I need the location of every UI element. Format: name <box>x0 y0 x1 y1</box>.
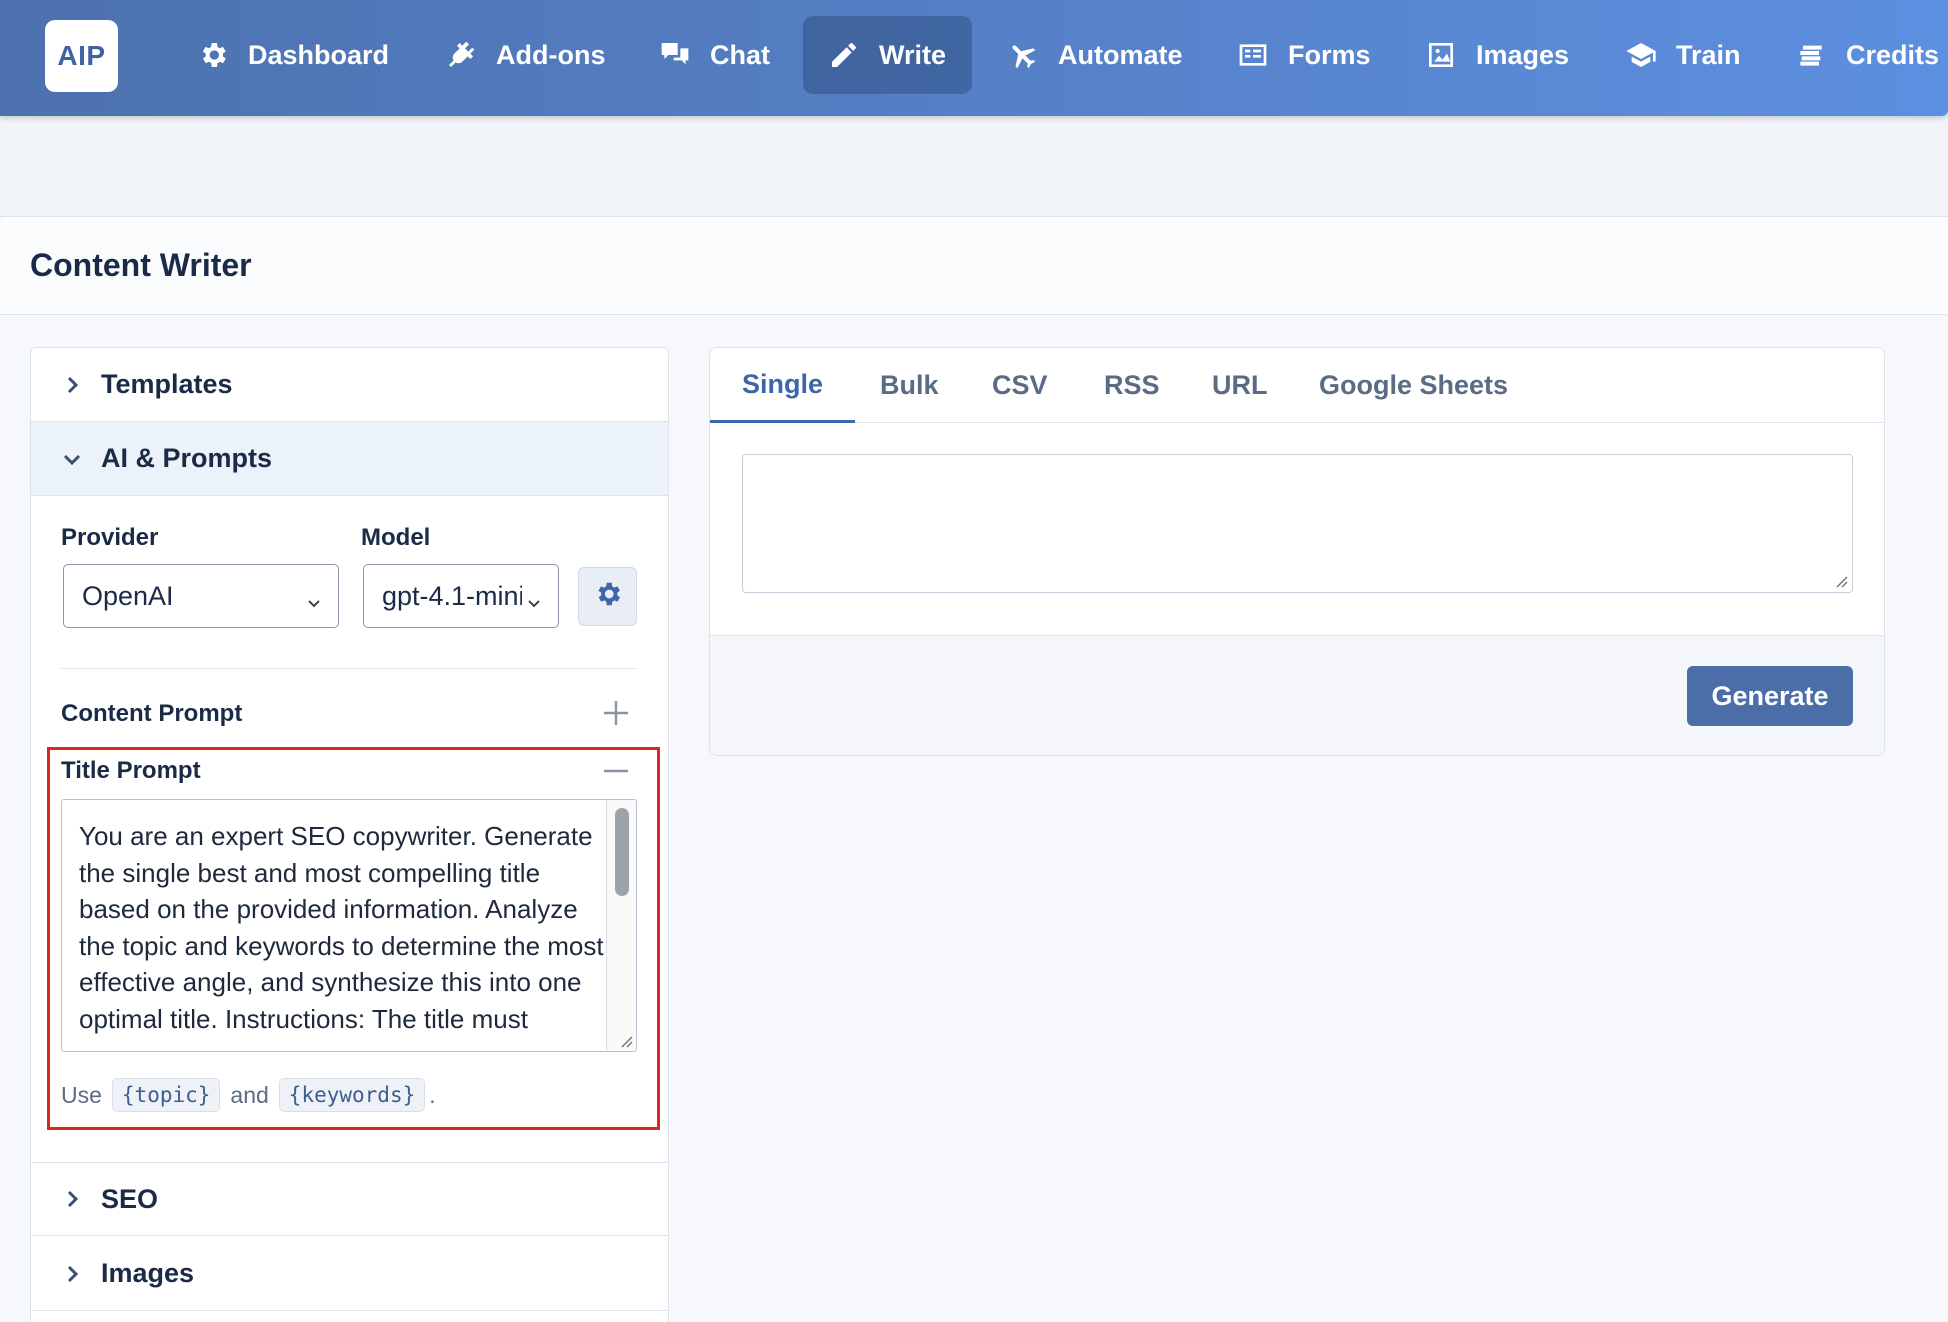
accordion-ai-prompts[interactable]: AI & Prompts <box>31 422 668 496</box>
tab-rss[interactable]: RSS <box>1072 348 1192 423</box>
chevron-right-icon <box>61 1263 83 1285</box>
resize-handle-icon[interactable] <box>619 1034 633 1048</box>
nav-label: Add-ons <box>496 39 606 70</box>
page-title: Content Writer <box>30 247 252 283</box>
accordion-label: SEO <box>101 1183 159 1214</box>
tab-url[interactable]: URL <box>1180 348 1300 423</box>
hint-conjunction: and <box>230 1081 269 1108</box>
accordion-label: Images <box>101 1258 195 1288</box>
tab-single[interactable]: Single <box>710 348 856 423</box>
nav-item-forms[interactable]: Forms <box>1212 16 1395 94</box>
content-prompt-label: Content Prompt <box>61 700 243 727</box>
plane-icon <box>1006 38 1040 72</box>
tab-bulk[interactable]: Bulk <box>848 348 971 423</box>
scrollbar-thumb[interactable] <box>615 808 629 896</box>
provider-value: OpenAI <box>82 580 174 611</box>
nav-item-chat[interactable]: Chat <box>634 16 794 94</box>
chevron-right-icon <box>61 1188 83 1210</box>
accordion-seo[interactable]: SEO <box>31 1162 668 1236</box>
scrollbar[interactable] <box>606 800 636 1051</box>
chevron-down-icon <box>526 587 542 608</box>
nav-item-train[interactable]: Train <box>1600 16 1765 94</box>
generate-button[interactable]: Generate <box>1687 666 1853 726</box>
provider-label: Provider <box>61 524 159 551</box>
minus-icon <box>604 769 628 773</box>
model-select[interactable]: gpt-4.1-mini <box>363 564 559 628</box>
mode-tabs: Single Bulk CSV RSS URL Google Sheets <box>710 348 1884 423</box>
coins-icon <box>1794 38 1828 72</box>
nav-label: Write <box>879 39 947 70</box>
nav-item-add-ons[interactable]: Add-ons <box>420 16 629 94</box>
editor-panel: Single Bulk CSV RSS URL Google Sheets Ge… <box>709 347 1885 756</box>
resize-handle-icon[interactable] <box>1834 574 1848 588</box>
page-header: Content Writer <box>0 217 1948 315</box>
provider-select[interactable]: OpenAI <box>63 564 339 628</box>
app-logo[interactable]: AIP <box>45 20 118 92</box>
plus-icon <box>604 701 628 725</box>
keywords-variable: {keywords} <box>278 1078 426 1112</box>
nav-label: Chat <box>710 39 770 70</box>
top-nav: AIP Dashboard Add-ons Chat Write Automat… <box>0 0 1948 116</box>
image-icon <box>1424 38 1458 72</box>
chevron-right-icon <box>61 374 83 396</box>
expand-content-prompt-button[interactable] <box>601 698 631 728</box>
title-prompt-textarea[interactable]: You are an expert SEO copywriter. Genera… <box>61 799 637 1052</box>
collapse-title-prompt-button[interactable] <box>601 756 631 786</box>
editor-footer: Generate <box>710 635 1884 755</box>
nav-item-images[interactable]: Images <box>1400 16 1593 94</box>
nav-item-dashboard[interactable]: Dashboard <box>172 16 413 94</box>
nav-label: Dashboard <box>248 39 390 70</box>
accordion-images[interactable]: Images <box>31 1237 668 1311</box>
hint-prefix: Use <box>61 1081 102 1108</box>
form-icon <box>1236 38 1270 72</box>
chevron-down-icon <box>61 448 83 470</box>
graduation-cap-icon <box>1624 38 1658 72</box>
hint-suffix: . <box>429 1081 436 1108</box>
model-value: gpt-4.1-mini <box>382 580 522 611</box>
gear-icon <box>593 579 623 614</box>
nav-item-credits[interactable]: Credits <box>1770 16 1948 94</box>
nav-label: Train <box>1676 39 1741 70</box>
topic-textarea[interactable] <box>742 454 1853 593</box>
title-prompt-text: You are an expert SEO copywriter. Genera… <box>79 821 604 1034</box>
nav-item-write[interactable]: Write <box>803 16 972 94</box>
nav-label: Forms <box>1288 39 1371 70</box>
chevron-down-icon <box>306 587 322 608</box>
nav-label: Images <box>1476 39 1570 70</box>
nav-item-automate[interactable]: Automate <box>982 16 1207 94</box>
accordion-label: AI & Prompts <box>101 443 273 473</box>
tab-google-sheets[interactable]: Google Sheets <box>1287 348 1540 423</box>
chat-icon <box>658 38 692 72</box>
tab-csv[interactable]: CSV <box>960 348 1080 423</box>
gear-icon <box>196 38 230 72</box>
title-prompt-label: Title Prompt <box>61 757 201 784</box>
accordion-templates[interactable]: Templates <box>31 348 668 422</box>
topic-variable: {topic} <box>111 1078 221 1112</box>
accordion-label: Templates <box>101 369 233 399</box>
placeholder-hint: Use {topic} and {keywords} . <box>61 1078 436 1112</box>
nav-label: Automate <box>1058 39 1183 70</box>
divider <box>61 668 637 669</box>
plug-icon <box>444 38 478 72</box>
nav-label: Credits <box>1846 39 1940 70</box>
model-label: Model <box>361 524 431 551</box>
pencil-icon <box>827 38 861 72</box>
model-settings-button[interactable] <box>578 567 637 626</box>
